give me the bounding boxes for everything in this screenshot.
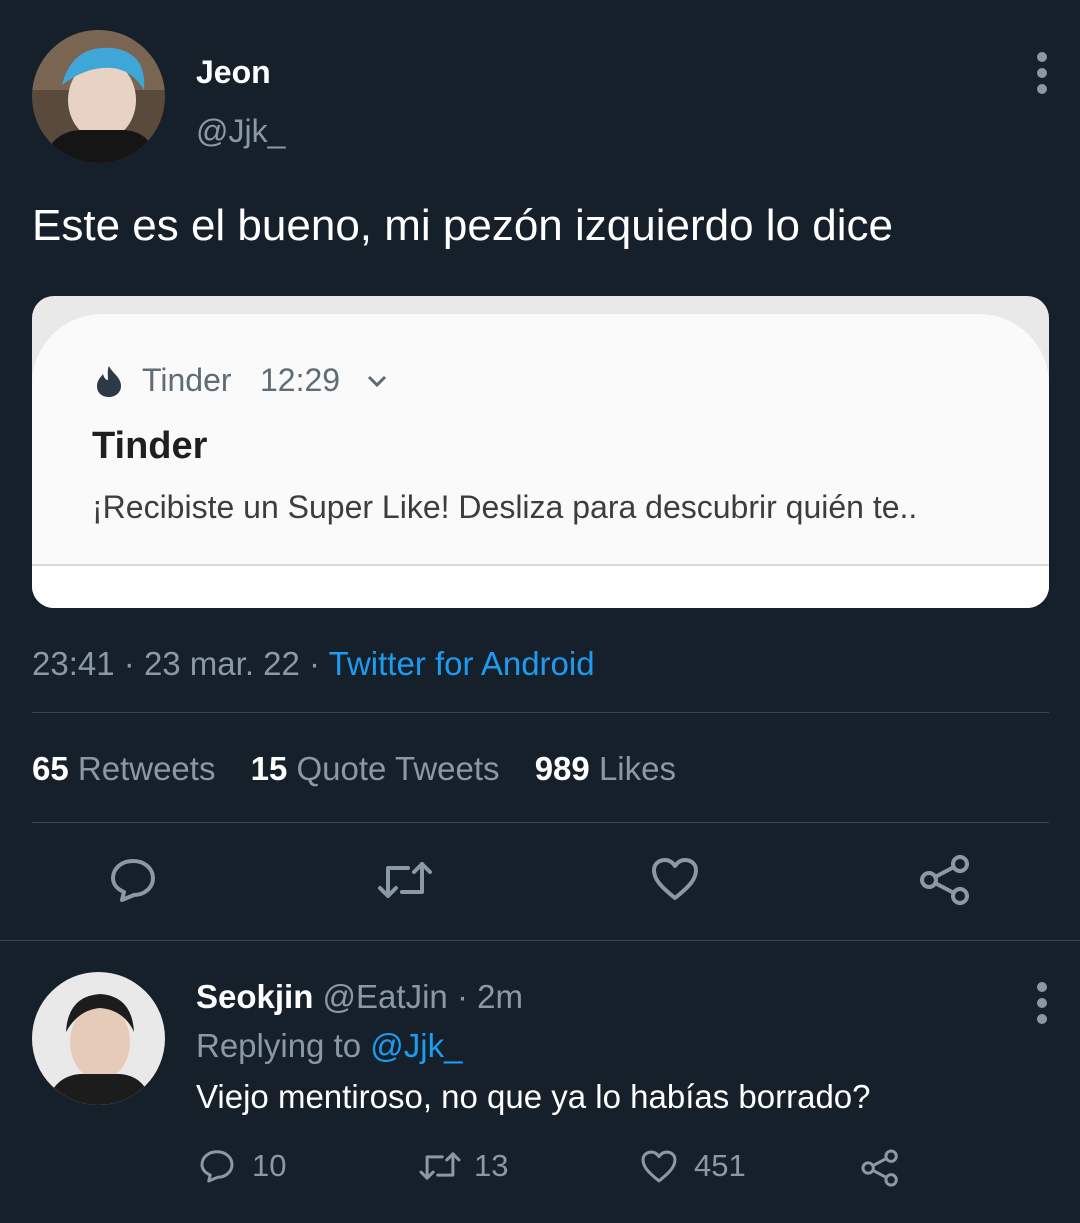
likes-count: 989 bbox=[534, 750, 590, 787]
share-button[interactable] bbox=[918, 854, 972, 906]
likes-label: Likes bbox=[598, 750, 676, 787]
tweet-stats: 65 Retweets 15 Quote Tweets 989 Likes bbox=[32, 750, 676, 788]
meta-separator: · bbox=[309, 645, 321, 682]
chevron-down-icon bbox=[366, 374, 388, 393]
tweet-time[interactable]: 23:41 bbox=[32, 645, 115, 682]
more-options-icon[interactable] bbox=[1036, 52, 1048, 100]
reply-like-count: 451 bbox=[694, 1148, 746, 1183]
replying-to-handle[interactable]: @Jjk_ bbox=[370, 1027, 462, 1064]
quotes-count: 15 bbox=[250, 750, 288, 787]
divider bbox=[32, 712, 1049, 713]
reply-separator: · bbox=[456, 978, 468, 1015]
tweet-text: Este es el bueno, mi pezón izquierdo lo … bbox=[32, 201, 893, 250]
reply-reply-count: 10 bbox=[252, 1148, 287, 1183]
notification-title: Tinder bbox=[92, 425, 208, 467]
notification-body: ¡Recibiste un Super Like! Desliza para d… bbox=[92, 489, 918, 525]
divider bbox=[32, 822, 1049, 823]
tweet-media-image[interactable]: Tinder 12:29 Tinder ¡Recibiste un Super … bbox=[32, 296, 1049, 608]
retweets-label: Retweets bbox=[77, 750, 216, 787]
reply-share-button[interactable] bbox=[860, 1148, 900, 1196]
reply-more-options-icon[interactable] bbox=[1036, 982, 1048, 1030]
notification-app-name: Tinder bbox=[142, 362, 232, 398]
reply-retweet-button[interactable]: 13 bbox=[418, 1148, 508, 1184]
reply-button[interactable] bbox=[108, 856, 158, 904]
tweet-date[interactable]: 23 mar. 22 bbox=[144, 645, 300, 682]
likes-stat[interactable]: 989 Likes bbox=[535, 750, 676, 787]
reply-author-name[interactable]: Seokjin bbox=[196, 978, 313, 1015]
retweet-button[interactable] bbox=[376, 858, 434, 902]
reply-icon bbox=[200, 1150, 234, 1183]
tinder-flame-icon bbox=[94, 364, 124, 403]
reply-text: Viejo mentiroso, no que ya lo habías bor… bbox=[196, 1078, 871, 1115]
reply-like-button[interactable]: 451 bbox=[640, 1148, 746, 1184]
retweets-stat[interactable]: 65 Retweets bbox=[32, 750, 225, 787]
notification-time: 12:29 bbox=[260, 362, 341, 398]
quotes-stat[interactable]: 15 Quote Tweets bbox=[251, 750, 509, 787]
like-icon bbox=[641, 1150, 677, 1182]
tweet-meta: 23:41 · 23 mar. 22 · Twitter for Android bbox=[32, 645, 595, 683]
replying-to: Replying to @Jjk_ bbox=[196, 1027, 462, 1065]
share-icon bbox=[861, 1149, 898, 1187]
author-name[interactable]: Jeon bbox=[196, 54, 271, 91]
divider bbox=[0, 940, 1080, 941]
retweets-count: 65 bbox=[32, 750, 69, 787]
author-handle[interactable]: @Jjk_ bbox=[196, 113, 285, 150]
reply-header: Seokjin @EatJin · 2m bbox=[196, 978, 523, 1016]
reply-author-handle[interactable]: @EatJin bbox=[323, 978, 448, 1015]
reply-author-avatar[interactable] bbox=[32, 972, 165, 1105]
reply-time[interactable]: 2m bbox=[477, 978, 523, 1015]
like-button[interactable] bbox=[650, 856, 700, 902]
meta-separator: · bbox=[123, 645, 135, 682]
reply-retweet-count: 13 bbox=[474, 1148, 509, 1183]
author-avatar[interactable] bbox=[32, 30, 165, 163]
replying-to-label: Replying to bbox=[196, 1027, 362, 1064]
reply-reply-button[interactable]: 10 bbox=[198, 1148, 286, 1184]
quotes-label: Quote Tweets bbox=[296, 750, 500, 787]
retweet-icon bbox=[419, 1152, 461, 1180]
tweet-source-link[interactable]: Twitter for Android bbox=[329, 645, 595, 682]
